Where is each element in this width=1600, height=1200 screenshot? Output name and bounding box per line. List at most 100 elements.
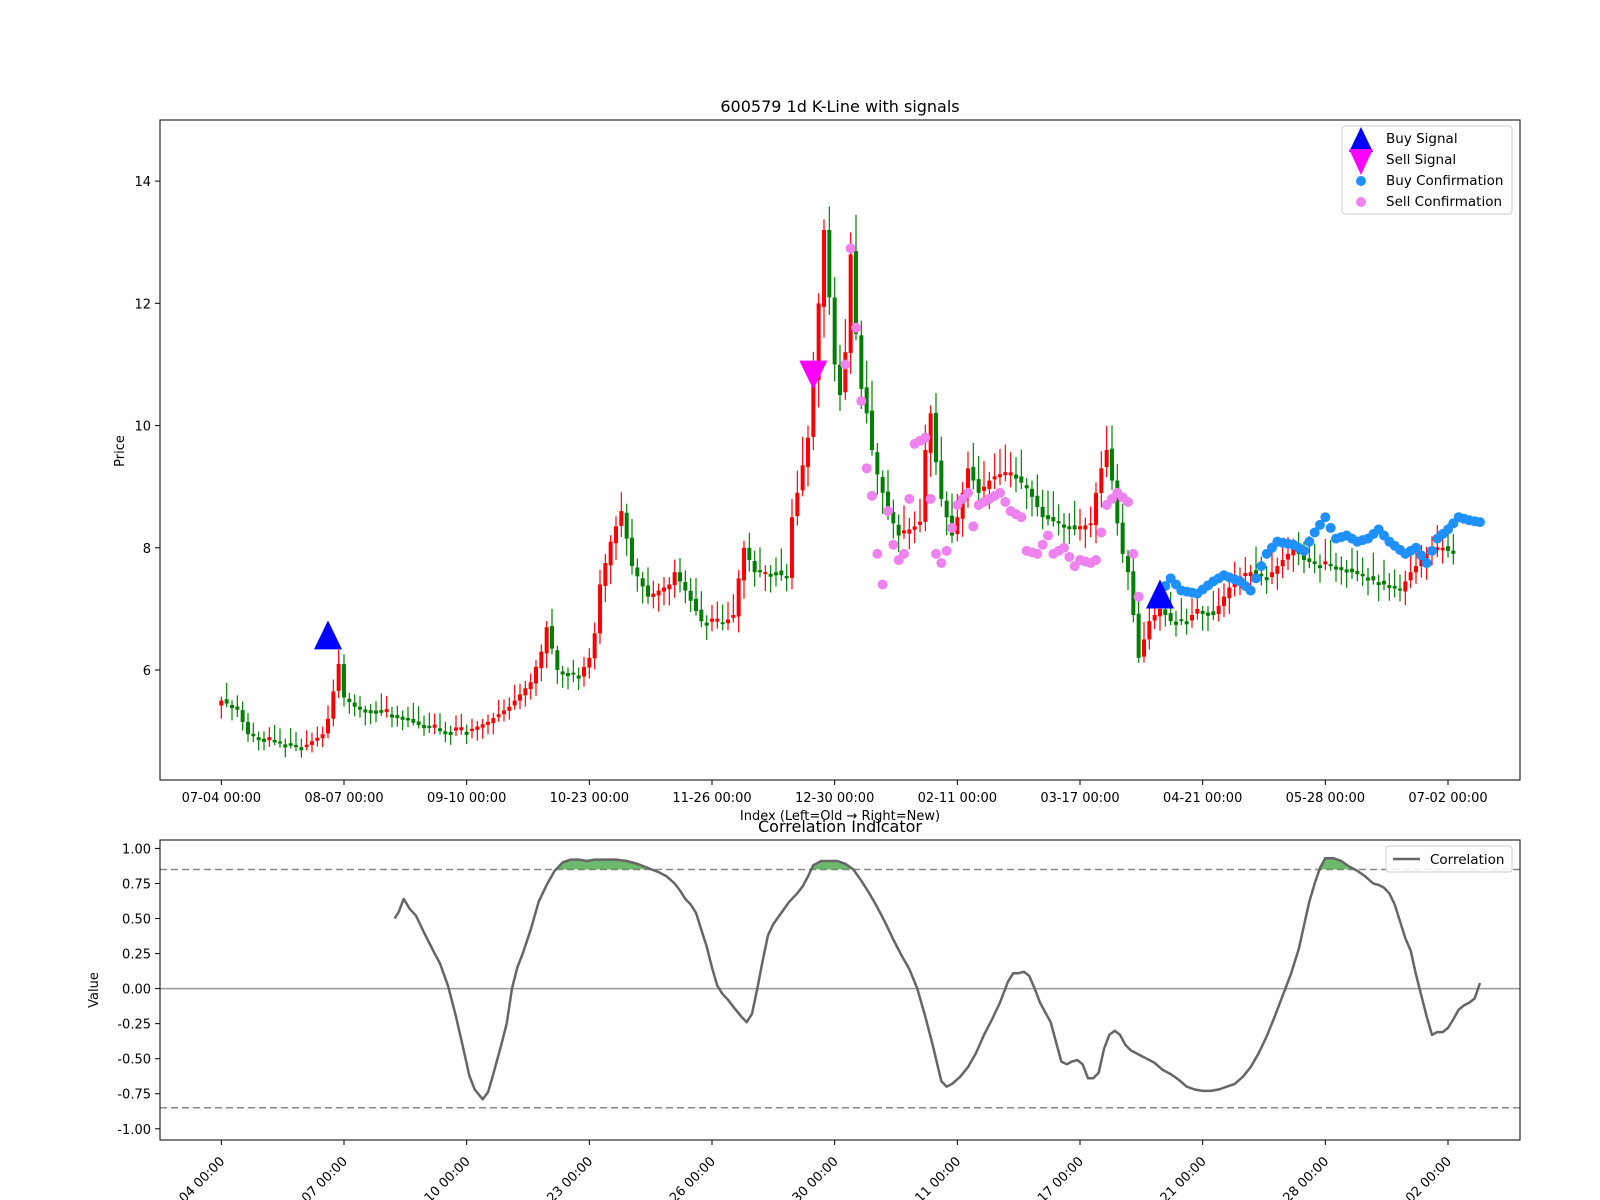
candle-body xyxy=(710,618,714,622)
candle-body xyxy=(1072,525,1077,530)
candle-body xyxy=(859,335,864,389)
candle-body xyxy=(806,437,810,467)
correlation-xtick-label: 09-10 00:00 xyxy=(407,1154,474,1200)
candle-body xyxy=(315,737,320,741)
correlation-ytick-label: -0.50 xyxy=(117,1053,151,1068)
candle-body xyxy=(848,254,853,353)
candle-body xyxy=(1392,585,1397,589)
legend-sell-confirmation-marker xyxy=(1356,197,1366,207)
kline-y-ticks: 6 8 10 12 14 xyxy=(134,175,160,679)
candle-body xyxy=(587,657,592,668)
sell-confirmation-point xyxy=(1064,551,1075,562)
candle-body xyxy=(928,413,933,453)
candle-body xyxy=(939,460,944,499)
candle-body xyxy=(678,572,682,582)
candle-body xyxy=(1008,472,1013,476)
sell-confirmation-point xyxy=(1128,548,1139,559)
candle-body xyxy=(480,724,485,728)
correlation-xtick-label: 04-21 00:00 xyxy=(1143,1154,1210,1200)
candle-body xyxy=(944,500,949,518)
candle-body xyxy=(1168,613,1173,622)
candle-body xyxy=(795,492,800,517)
correlation-xtick-label: 07-02 00:00 xyxy=(1388,1154,1455,1200)
correlation-xtick-label: 08-07 00:00 xyxy=(284,1154,351,1200)
candle-body xyxy=(1126,556,1130,573)
candle-body xyxy=(320,734,325,739)
candle-body xyxy=(310,741,314,745)
kline-plot-area xyxy=(160,120,1520,780)
candle-body xyxy=(987,480,992,489)
candle-body xyxy=(454,727,458,731)
candle-body xyxy=(406,717,410,721)
candle-body xyxy=(822,230,826,307)
sell-confirmation-point xyxy=(888,539,899,550)
candle-body xyxy=(982,486,986,491)
candle-body xyxy=(251,733,256,737)
candle-body xyxy=(656,590,661,596)
candle-body xyxy=(923,450,928,522)
candle-body xyxy=(790,517,794,578)
candle-body xyxy=(694,598,698,611)
sell-confirmation-point xyxy=(1096,527,1107,538)
candle-body xyxy=(1163,609,1168,615)
sell-confirmation-point xyxy=(851,322,861,333)
kline-xtick-label: 12-30 00:00 xyxy=(795,791,874,806)
candle-body xyxy=(843,352,848,393)
candle-body xyxy=(464,731,469,735)
candle-body xyxy=(390,714,394,718)
candle-body xyxy=(267,737,272,741)
candle-body xyxy=(539,651,544,669)
candle-body xyxy=(272,740,277,743)
candle-body xyxy=(1339,567,1344,571)
kline-xtick-label: 11-26 00:00 xyxy=(672,791,751,806)
correlation-ytick-label: 0.50 xyxy=(122,913,151,928)
candle-body xyxy=(1451,550,1456,554)
candle-body xyxy=(1264,577,1269,581)
sell-confirmation-point xyxy=(904,493,915,504)
sell-confirmation-point xyxy=(1032,548,1043,559)
candle-body xyxy=(224,699,229,704)
candle-body xyxy=(1200,610,1205,614)
kline-ytick-label: 14 xyxy=(134,175,151,190)
candle-body xyxy=(608,541,613,566)
candle-body xyxy=(246,722,250,735)
candle-body xyxy=(971,466,976,481)
candle-body xyxy=(1104,450,1109,468)
candle-body xyxy=(832,297,837,365)
buy-confirmation-point xyxy=(1320,512,1331,523)
candle-body xyxy=(1056,521,1061,524)
legend-sell-signal-label: Sell Signal xyxy=(1386,152,1456,168)
candle-body xyxy=(715,618,720,622)
candle-body xyxy=(1152,615,1157,621)
correlation-ytick-label: -1.00 xyxy=(117,1123,151,1138)
candle-body xyxy=(726,619,730,624)
kline-xtick-label: 05-28 00:00 xyxy=(1286,791,1365,806)
figure: 6 8 10 12 14 07-04 00:00 08-07 00:00 09-10 00:… xyxy=(87,97,1521,1200)
candle-body xyxy=(1019,476,1024,483)
candle-body xyxy=(1211,611,1216,615)
candle-body xyxy=(1131,571,1136,615)
candle-body xyxy=(598,584,602,634)
candle-body xyxy=(667,584,672,590)
correlation-ytick-label: 0.00 xyxy=(122,983,151,998)
correlation-chart: 1.00 0.75 0.50 0.25 0.00 -0.25 -0.50 -0.75 -1.00… xyxy=(87,817,1521,1200)
candle-body xyxy=(1307,558,1312,563)
candle-body xyxy=(1195,608,1200,614)
sell-confirmation-point xyxy=(1037,539,1048,550)
buy-confirmation-point xyxy=(1325,522,1336,533)
candle-body xyxy=(1062,524,1066,528)
candle-body xyxy=(219,700,224,706)
candle-body xyxy=(438,728,442,732)
candle-body xyxy=(1051,517,1056,522)
candle-body xyxy=(752,561,757,573)
candle-body xyxy=(1376,582,1381,586)
candle-body xyxy=(1286,553,1290,560)
candle-body xyxy=(1035,495,1040,508)
candle-body xyxy=(1067,526,1072,530)
candle-body xyxy=(278,741,282,744)
candle-body xyxy=(576,675,581,679)
candle-body xyxy=(1227,587,1232,599)
candle-body xyxy=(299,747,304,751)
candle-body xyxy=(443,731,448,735)
candle-body xyxy=(854,251,858,334)
